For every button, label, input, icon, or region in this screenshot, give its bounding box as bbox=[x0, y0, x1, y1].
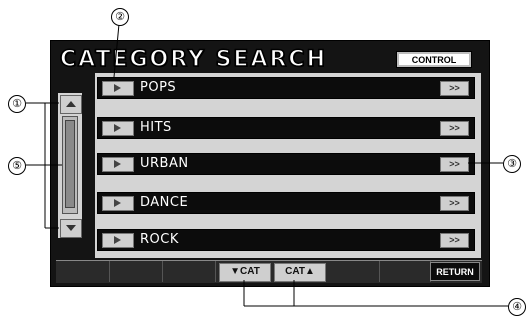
callout-4: ④ bbox=[508, 298, 526, 316]
callout-leader-lines bbox=[26, 23, 508, 307]
callout-2: ② bbox=[111, 8, 129, 26]
callout-1: ① bbox=[8, 95, 26, 113]
callout-5: ⑤ bbox=[8, 157, 26, 175]
callout-3: ③ bbox=[503, 155, 521, 173]
